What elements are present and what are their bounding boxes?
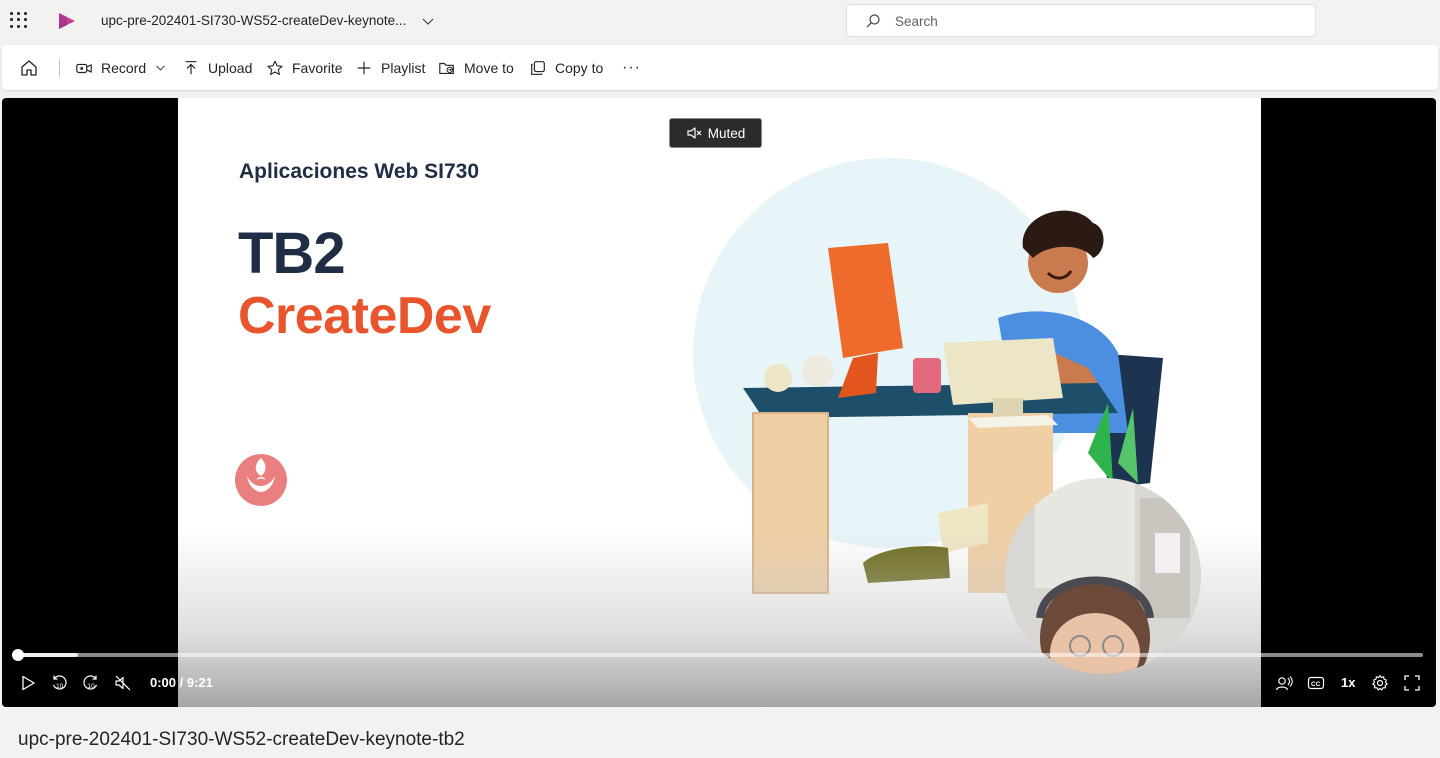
home-button[interactable] [19, 45, 39, 90]
favorite-label: Favorite [292, 59, 343, 76]
rewind-10-button[interactable]: 10 [49, 673, 69, 693]
video-player[interactable]: Aplicaciones Web SI730 TB2 CreateDev Mut… [2, 98, 1436, 707]
plus-icon [357, 61, 371, 74]
muted-label: Muted [707, 125, 746, 141]
play-icon [22, 675, 35, 691]
upload-button[interactable]: Upload [182, 45, 252, 90]
command-toolbar: Record Upload Favorite Playlist Move to [2, 45, 1438, 90]
playlist-button[interactable]: Playlist [355, 45, 425, 90]
star-icon [267, 60, 283, 75]
noise-suppression-icon [1275, 676, 1293, 691]
slide-title-line1: TB2 [238, 221, 346, 286]
move-to-button[interactable]: Move to [438, 45, 514, 90]
document-title[interactable]: upc-pre-202401-SI730-WS52-createDev-keyn… [101, 13, 406, 28]
move-icon [439, 62, 454, 74]
search-placeholder: Search [895, 14, 938, 29]
upc-logo-icon [235, 454, 287, 506]
volume-muted-icon [115, 675, 131, 691]
seek-bar-buffered [18, 653, 78, 657]
slide-subtitle: Aplicaciones Web SI730 [239, 160, 480, 183]
copy-to-button[interactable]: Copy to [529, 45, 603, 90]
more-icon: ··· [622, 58, 641, 76]
playback-speed-button[interactable]: 1x [1341, 675, 1355, 690]
top-bar: upc-pre-202401-SI730-WS52-createDev-keyn… [0, 0, 1440, 42]
more-options-button[interactable]: ··· [622, 45, 641, 90]
playlist-label: Playlist [381, 59, 426, 76]
fullscreen-button[interactable] [1402, 673, 1422, 693]
forward-10-icon: 10 [83, 675, 98, 690]
toolbar-divider [59, 59, 60, 77]
volume-button[interactable] [113, 673, 133, 693]
home-icon [21, 59, 37, 76]
record-label: Record [101, 59, 147, 76]
play-button[interactable] [18, 673, 38, 693]
slide-title-line2: CreateDev [238, 287, 491, 345]
copy-icon [531, 60, 545, 75]
record-button[interactable]: Record [75, 45, 167, 90]
settings-button[interactable] [1370, 673, 1390, 693]
move-to-label: Move to [464, 59, 514, 76]
forward-10-button[interactable]: 10 [81, 673, 101, 693]
search-box[interactable]: Search [846, 4, 1316, 37]
speaker-muted-icon [687, 127, 702, 139]
presenter-webcam-overlay [1005, 478, 1201, 674]
noise-suppression-button[interactable] [1274, 673, 1294, 693]
captions-button[interactable]: CC [1306, 673, 1326, 693]
svg-text:10: 10 [88, 683, 96, 690]
chevron-down-icon [156, 65, 166, 71]
presenter-video [1005, 478, 1201, 674]
muted-indicator[interactable]: Muted [669, 118, 762, 148]
rewind-10-icon: 10 [52, 675, 67, 690]
app-launcher-icon[interactable] [9, 11, 27, 29]
upload-icon [185, 60, 197, 74]
svg-text:10: 10 [56, 683, 64, 690]
seek-bar-thumb[interactable] [12, 649, 24, 661]
favorite-button[interactable]: Favorite [266, 45, 343, 90]
captions-icon: CC [1307, 676, 1325, 690]
chevron-down-icon[interactable] [420, 13, 436, 29]
time-display: 0:00 / 9:21 [150, 675, 213, 690]
search-icon [866, 14, 880, 28]
video-title: upc-pre-202401-SI730-WS52-createDev-keyn… [18, 729, 465, 750]
settings-gear-icon [1372, 674, 1388, 691]
svg-text:CC: CC [1311, 681, 1321, 688]
seek-bar[interactable] [18, 653, 1423, 657]
stream-logo-icon[interactable] [56, 11, 78, 31]
fullscreen-icon [1404, 675, 1420, 691]
upload-label: Upload [208, 59, 253, 76]
copy-to-label: Copy to [555, 59, 604, 76]
record-icon [76, 63, 92, 73]
